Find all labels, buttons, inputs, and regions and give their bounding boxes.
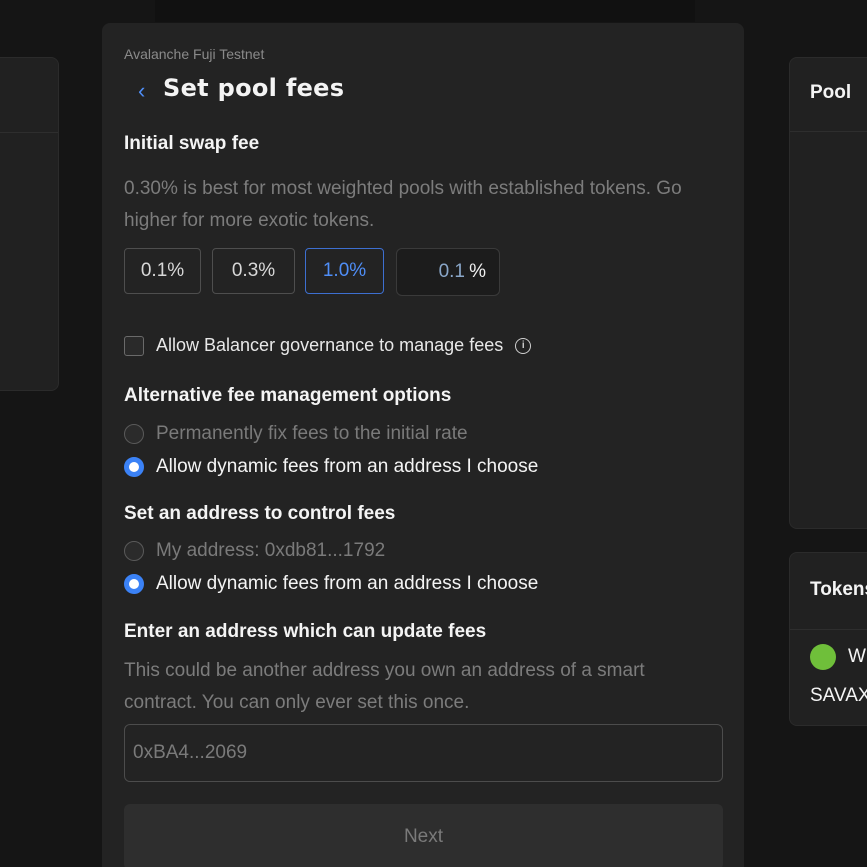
governance-checkbox-row[interactable]: Allow Balancer governance to manage fees… [124,335,532,356]
radio-dynamic-fees-label: Allow dynamic fees from an address I cho… [156,456,539,477]
radio-dynamic-fees[interactable] [124,457,144,477]
fee-option-0-3[interactable]: 0.3% [212,248,295,294]
radio-fix-fees[interactable] [124,424,144,444]
token-name: W [848,646,866,667]
initial-swap-fee-heading: Initial swap fee [124,133,260,154]
card-divider [0,132,58,133]
pool-card-header: Pool [810,82,852,103]
radio-chosen-address-label: Allow dynamic fees from an address I cho… [156,573,539,594]
control-address-heading: Set an address to control fees [124,503,396,524]
app-stage: Pool Tokens W SAVAX Avalanche Fuji Testn… [0,0,867,867]
radio-my-address[interactable] [124,541,144,561]
token-logo-icon [810,644,836,670]
radio-my-address-row[interactable]: My address: 0xdb81...1792 [124,540,385,562]
set-pool-fees-modal: Avalanche Fuji Testnet ‹ Set pool fees I… [102,23,744,867]
next-button[interactable]: Next [124,804,723,867]
fee-option-1-0[interactable]: 1.0% [305,248,384,294]
custom-fee-input[interactable]: 0.1 % [396,248,500,296]
left-background-card [0,57,59,391]
pool-summary-card: Pool [789,57,867,529]
card-divider [790,131,867,132]
custom-fee-value: 0.1 [438,261,465,282]
radio-my-address-label: My address: 0xdb81...1792 [156,540,386,561]
radio-fix-fees-label: Permanently fix fees to the initial rate [156,423,468,444]
radio-chosen-address-row[interactable]: Allow dynamic fees from an address I cho… [124,573,538,595]
fee-option-0-1[interactable]: 0.1% [124,248,201,294]
alternative-fee-heading: Alternative fee management options [124,385,452,406]
back-chevron-icon[interactable]: ‹ [138,78,145,104]
initial-swap-fee-description: 0.30% is best for most weighted pools wi… [124,178,682,231]
network-label: Avalanche Fuji Testnet [124,46,265,62]
page-title: Set pool fees [163,74,345,102]
top-shade [155,0,695,22]
governance-checkbox[interactable] [124,335,144,356]
percent-suffix: % [469,261,486,282]
card-divider [790,629,867,630]
governance-checkbox-label: Allow Balancer governance to manage fees [156,335,504,355]
radio-dynamic-fees-row[interactable]: Allow dynamic fees from an address I cho… [124,456,538,478]
info-icon[interactable]: i [515,337,532,354]
radio-fix-fees-row[interactable]: Permanently fix fees to the initial rate [124,423,468,445]
update-address-description: This could be another address you own an… [124,660,645,713]
tokens-card-header: Tokens [810,579,867,600]
tokens-card: Tokens W SAVAX [789,552,867,726]
token-symbol: SAVAX [810,685,867,706]
radio-chosen-address[interactable] [124,574,144,594]
fee-manager-address-input[interactable] [124,724,723,782]
update-address-heading: Enter an address which can update fees [124,621,487,642]
